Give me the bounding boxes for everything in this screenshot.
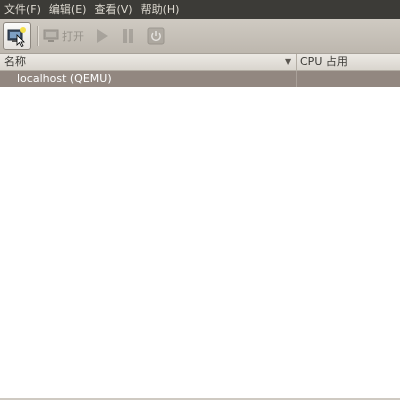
monitor-icon — [43, 29, 59, 42]
new-vm-icon — [7, 27, 26, 48]
power-icon — [147, 27, 165, 45]
pause-icon — [123, 29, 133, 43]
play-icon — [97, 29, 108, 43]
menu-view[interactable]: 查看(V) — [90, 0, 136, 19]
vm-connection-name: localhost (QEMU) — [17, 72, 112, 85]
toolbar: 打开 — [0, 19, 400, 54]
menu-help[interactable]: 帮助(H) — [137, 0, 184, 19]
menu-file[interactable]: 文件(F) — [0, 0, 45, 19]
column-name[interactable]: 名称 ▼ — [0, 54, 297, 70]
row-column-divider — [296, 71, 297, 87]
column-cpu-usage[interactable]: CPU 占用 — [300, 54, 348, 70]
menubar: 文件(F) 编辑(E) 查看(V) 帮助(H) — [0, 0, 400, 19]
column-header: 名称 ▼ CPU 占用 — [0, 54, 400, 71]
virt-manager-window: 文件(F) 编辑(E) 查看(V) 帮助(H) 打开 名称 ▼ CPU 占用 l… — [0, 0, 400, 400]
open-button-label: 打开 — [62, 30, 84, 43]
column-name-label: 名称 — [4, 55, 26, 68]
toolbar-separator — [37, 26, 39, 46]
table-row[interactable]: localhost (QEMU) — [0, 71, 400, 87]
new-vm-button[interactable] — [3, 22, 31, 50]
run-button[interactable] — [94, 27, 110, 49]
sort-down-icon: ▼ — [285, 57, 292, 66]
pause-button[interactable] — [121, 27, 135, 49]
shutdown-button[interactable] — [147, 27, 165, 49]
open-button[interactable]: 打开 — [43, 26, 84, 46]
menu-edit[interactable]: 编辑(E) — [45, 0, 91, 19]
